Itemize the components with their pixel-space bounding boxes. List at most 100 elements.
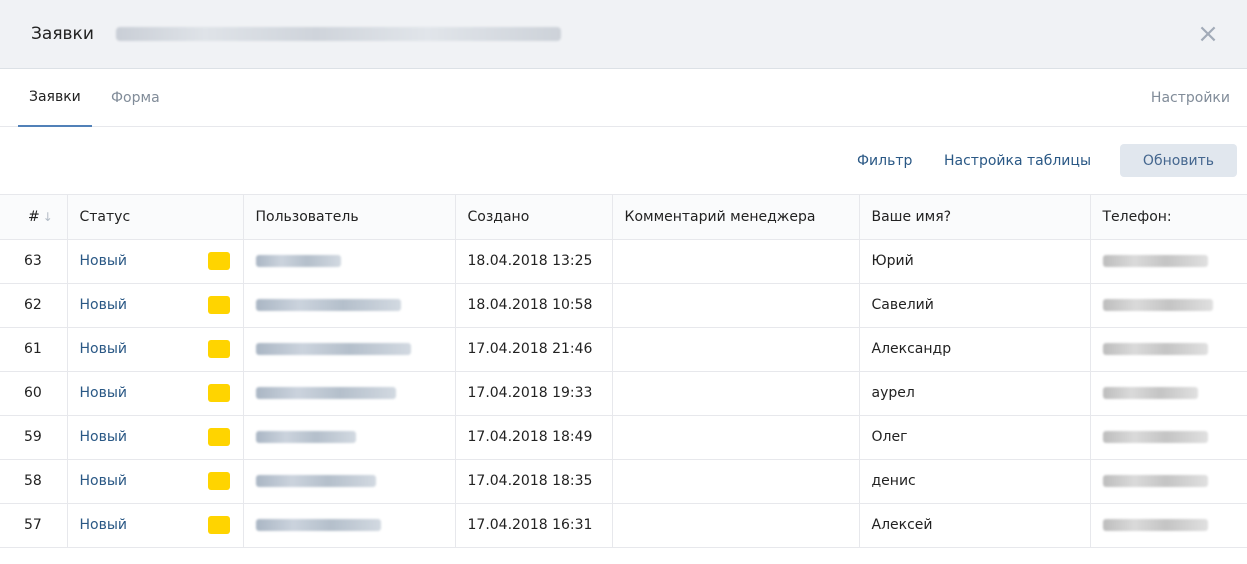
redacted-phone: [1102, 299, 1213, 311]
cell-created: 17.04.2018 21:46: [455, 327, 613, 372]
column-header-created[interactable]: Создано: [455, 195, 613, 240]
redacted-phone: [1102, 343, 1208, 355]
cell-name: Олег: [859, 415, 1091, 460]
tab-bar: Заявки Форма Настройки: [0, 69, 1247, 127]
redacted-subtitle: [115, 27, 561, 41]
cell-name: аурел: [859, 371, 1091, 416]
cell-status: Новый: [67, 239, 244, 284]
cell-status: Новый: [67, 283, 244, 328]
tab-settings[interactable]: Настройки: [1151, 69, 1230, 127]
status-link[interactable]: Новый: [80, 429, 128, 445]
status-color-tag: [207, 471, 230, 490]
cell-user: [243, 503, 456, 548]
cell-status: Новый: [67, 459, 244, 504]
column-header-name[interactable]: Ваше имя?: [859, 195, 1091, 240]
redacted-user-link[interactable]: [255, 475, 376, 487]
table-row[interactable]: 62 Новый 18.04.2018 10:58 Савелий: [0, 283, 1247, 328]
redacted-user-link[interactable]: [255, 255, 341, 267]
status-link[interactable]: Новый: [80, 297, 128, 313]
table-row[interactable]: 59 Новый 17.04.2018 18:49 Олег: [0, 415, 1247, 460]
cell-comment: [612, 283, 860, 328]
table-row[interactable]: 58 Новый 17.04.2018 18:35 денис: [0, 459, 1247, 504]
redacted-user-link[interactable]: [255, 299, 401, 311]
cell-status: Новый: [67, 503, 244, 548]
cell-number: 58: [0, 459, 68, 504]
cell-name: денис: [859, 459, 1091, 504]
cell-created: 17.04.2018 19:33: [455, 371, 613, 416]
tab-requests[interactable]: Заявки: [18, 69, 92, 127]
cell-status: Новый: [67, 371, 244, 416]
status-color-tag: [207, 251, 230, 270]
redacted-user-link[interactable]: [255, 343, 411, 355]
cell-name: Савелий: [859, 283, 1091, 328]
cell-name: Алексей: [859, 503, 1091, 548]
column-header-user[interactable]: Пользователь: [243, 195, 456, 240]
redacted-user-link[interactable]: [255, 431, 356, 443]
cell-status: Новый: [67, 415, 244, 460]
column-header-comment[interactable]: Комментарий менеджера: [612, 195, 860, 240]
status-link[interactable]: Новый: [80, 253, 128, 269]
status-link[interactable]: Новый: [80, 473, 128, 489]
redacted-phone: [1102, 431, 1208, 443]
tab-form[interactable]: Форма: [111, 69, 160, 127]
table-header-row: # ↓ Статус Пользователь Создано Комментар…: [0, 195, 1247, 240]
cell-number: 60: [0, 371, 68, 416]
cell-comment: [612, 239, 860, 284]
redacted-phone: [1102, 475, 1208, 487]
cell-comment: [612, 459, 860, 504]
cell-phone: [1090, 371, 1247, 416]
cell-phone: [1090, 239, 1247, 284]
cell-user: [243, 415, 456, 460]
cell-created: 18.04.2018 13:25: [455, 239, 613, 284]
cell-name: Юрий: [859, 239, 1091, 284]
cell-number: 59: [0, 415, 68, 460]
cell-created: 18.04.2018 10:58: [455, 283, 613, 328]
table-toolbar: Фильтр Настройка таблицы Обновить: [0, 127, 1247, 195]
cell-user: [243, 239, 456, 284]
modal-header: Заявки ×: [0, 0, 1247, 69]
status-link[interactable]: Новый: [80, 517, 128, 533]
cell-user: [243, 459, 456, 504]
status-color-tag: [207, 339, 230, 358]
close-icon[interactable]: ×: [1195, 21, 1221, 47]
status-color-tag: [207, 295, 230, 314]
cell-created: 17.04.2018 18:49: [455, 415, 613, 460]
column-header-status[interactable]: Статус: [67, 195, 244, 240]
cell-user: [243, 327, 456, 372]
table-row[interactable]: 61 Новый 17.04.2018 21:46 Александр: [0, 327, 1247, 372]
redacted-user-link[interactable]: [255, 387, 396, 399]
sort-down-icon[interactable]: ↓: [43, 210, 53, 224]
redacted-phone: [1102, 519, 1208, 531]
redacted-user-link[interactable]: [255, 519, 381, 531]
cell-phone: [1090, 283, 1247, 328]
column-header-number[interactable]: # ↓: [0, 195, 68, 240]
cell-comment: [612, 371, 860, 416]
redacted-phone: [1102, 255, 1208, 267]
cell-comment: [612, 327, 860, 372]
page-title: Заявки: [31, 24, 94, 44]
cell-number: 61: [0, 327, 68, 372]
status-link[interactable]: Новый: [80, 385, 128, 401]
cell-number: 62: [0, 283, 68, 328]
redacted-phone: [1102, 387, 1198, 399]
cell-name: Александр: [859, 327, 1091, 372]
column-header-phone[interactable]: Телефон:: [1090, 195, 1247, 240]
cell-comment: [612, 503, 860, 548]
status-link[interactable]: Новый: [80, 341, 128, 357]
cell-created: 17.04.2018 16:31: [455, 503, 613, 548]
cell-phone: [1090, 415, 1247, 460]
cell-user: [243, 371, 456, 416]
filter-button[interactable]: Фильтр: [857, 127, 912, 195]
cell-phone: [1090, 503, 1247, 548]
cell-created: 17.04.2018 18:35: [455, 459, 613, 504]
requests-table: # ↓ Статус Пользователь Создано Комментар…: [0, 195, 1247, 548]
table-settings-button[interactable]: Настройка таблицы: [944, 127, 1091, 195]
cell-number: 57: [0, 503, 68, 548]
cell-phone: [1090, 327, 1247, 372]
table-row[interactable]: 63 Новый 18.04.2018 13:25 Юрий: [0, 239, 1247, 284]
cell-user: [243, 283, 456, 328]
table-row[interactable]: 57 Новый 17.04.2018 16:31 Алексей: [0, 503, 1247, 548]
cell-phone: [1090, 459, 1247, 504]
table-row[interactable]: 60 Новый 17.04.2018 19:33 аурел: [0, 371, 1247, 416]
refresh-button[interactable]: Обновить: [1120, 144, 1237, 177]
